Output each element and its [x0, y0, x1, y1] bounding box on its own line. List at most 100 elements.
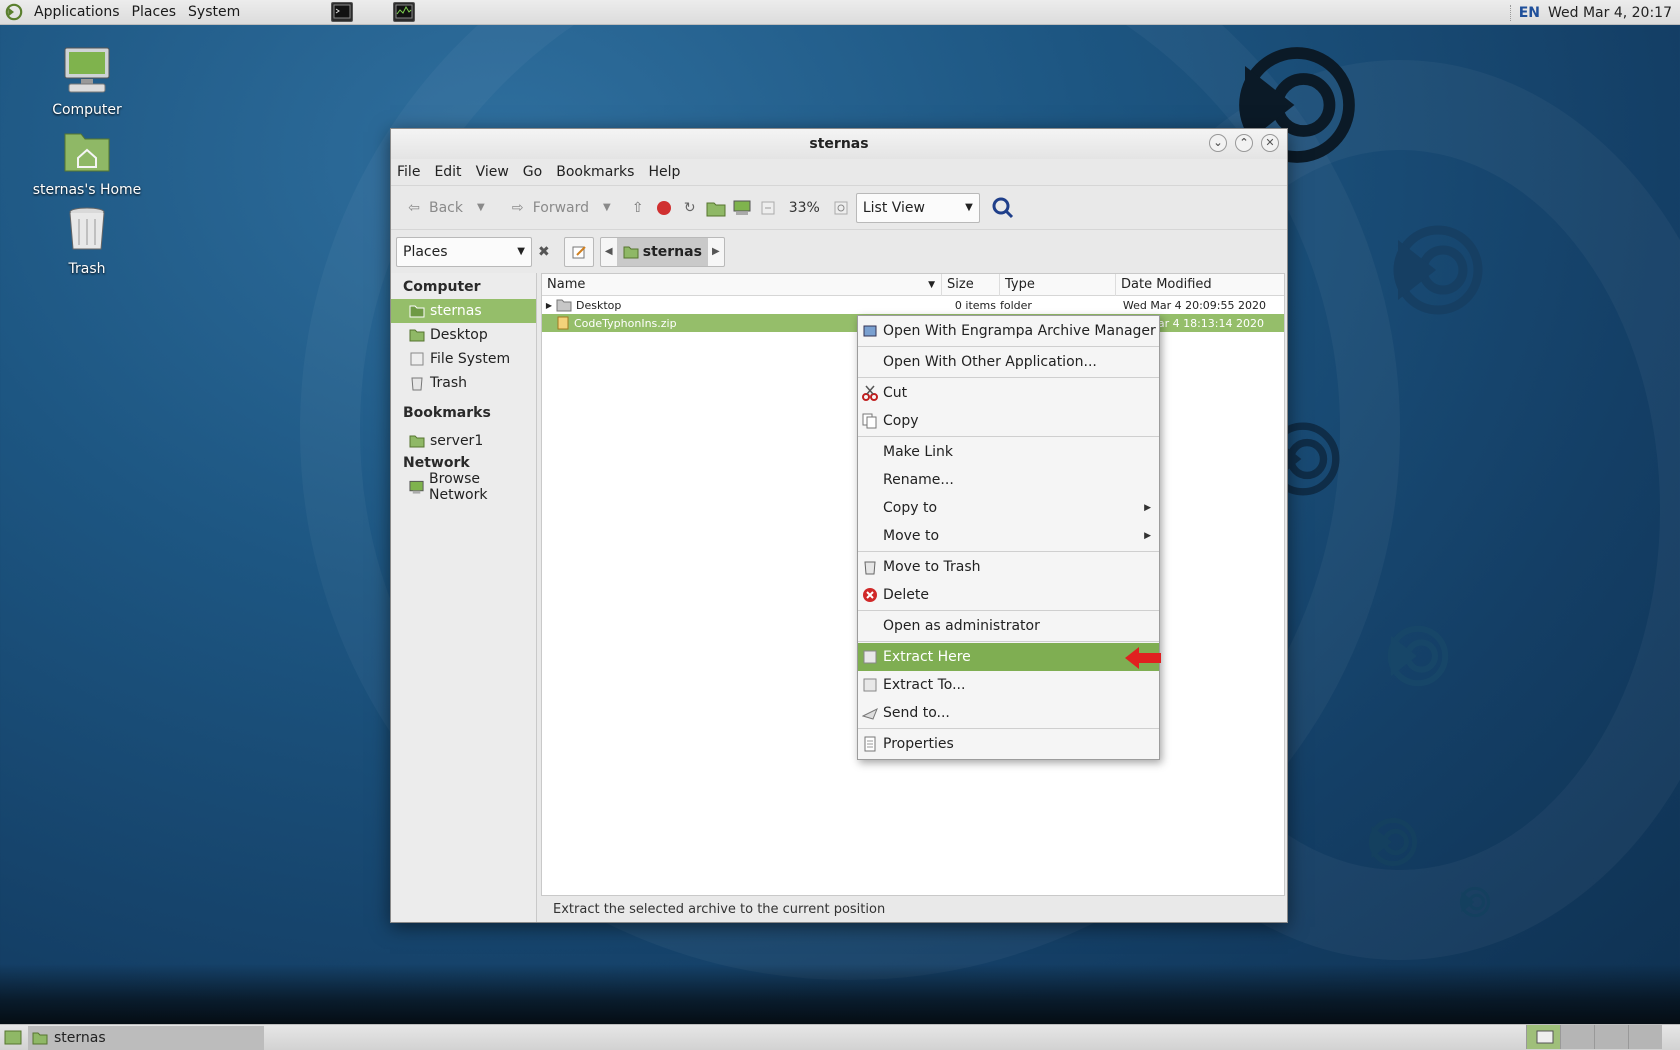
sidebar-item-browse-network[interactable]: Browse Network — [391, 471, 536, 503]
mate-logo-decoration — [1387, 625, 1449, 687]
menu-item-copy[interactable]: Copy — [858, 407, 1159, 435]
properties-icon — [864, 736, 876, 752]
zoom-out-icon[interactable] — [757, 197, 779, 219]
menu-item-label: Move to Trash — [883, 559, 981, 575]
mate-logo-decoration — [1393, 225, 1483, 315]
workspace-3[interactable] — [1594, 1025, 1628, 1049]
file-size: 0 items — [954, 298, 996, 312]
sidebar-item-server1[interactable]: server1 — [391, 429, 536, 453]
desktop-icon-home[interactable]: sternas's Home — [32, 124, 142, 198]
menu-item-make-link[interactable]: Make Link — [858, 438, 1159, 466]
system-monitor-launcher-icon[interactable] — [393, 2, 415, 22]
workspace-1[interactable] — [1526, 1025, 1560, 1049]
table-row[interactable]: ▶ Desktop 0 items folder Wed Mar 4 20:09… — [542, 296, 1284, 314]
toolbar: ⇦ Back ▼ ⇨ Forward ▼ ⇧ ↻ 33% List View ▼ — [391, 185, 1287, 229]
keyboard-layout-indicator[interactable]: EN — [1509, 4, 1540, 21]
sidebar-item-label: Desktop — [430, 327, 488, 343]
workspace-4[interactable] — [1628, 1025, 1662, 1049]
menu-item-open-as-admin[interactable]: Open as administrator — [858, 612, 1159, 640]
system-menu[interactable]: System — [182, 4, 246, 20]
column-header: Name ▼ Size Type Date Modified — [542, 273, 1284, 296]
forward-button[interactable]: ⇨ Forward ▼ — [503, 197, 615, 219]
close-icon[interactable]: ✕ — [1261, 134, 1279, 152]
menu-view[interactable]: View — [476, 164, 517, 180]
zoom-level: 33% — [788, 199, 820, 216]
close-sidebar-icon[interactable]: ✖ — [538, 244, 550, 260]
menu-help[interactable]: Help — [648, 164, 688, 180]
column-date[interactable]: Date Modified — [1116, 274, 1282, 296]
workspace-2[interactable] — [1560, 1025, 1594, 1049]
menu-item-extract-here[interactable]: Extract Here — [858, 643, 1161, 671]
menu-item-delete[interactable]: Delete — [858, 581, 1159, 609]
minimize-icon[interactable]: ⌄ — [1209, 134, 1227, 152]
home-folder-icon — [64, 133, 110, 172]
column-label: Name — [547, 277, 586, 292]
context-menu: Open With Engrampa Archive Manager Open … — [857, 315, 1161, 760]
menu-item-move-to-trash[interactable]: Move to Trash — [858, 553, 1159, 581]
menu-item-extract-to[interactable]: Extract To... — [858, 671, 1159, 699]
menu-item-cut[interactable]: Cut — [858, 379, 1159, 407]
menu-item-move-to[interactable]: Move to ▶ — [858, 522, 1159, 550]
view-mode-select[interactable]: List View ▼ — [855, 192, 980, 223]
sidebar-item-label: Browse Network — [429, 471, 488, 503]
menu-item-open-with-other[interactable]: Open With Other Application... — [858, 348, 1159, 376]
window-titlebar[interactable]: sternas ⌄ ⌃ ✕ — [391, 129, 1287, 159]
menu-item-send-to[interactable]: Send to... — [858, 699, 1159, 727]
stop-icon[interactable] — [653, 197, 675, 219]
menu-item-label: Send to... — [883, 705, 950, 721]
mate-logo-decoration — [1368, 817, 1418, 867]
sidebar-item-file-system[interactable]: File System — [391, 347, 536, 371]
back-arrow-icon: ⇦ — [408, 199, 420, 216]
column-label: Date Modified — [1121, 277, 1212, 292]
breadcrumb-right-icon[interactable]: ▶ — [708, 246, 724, 257]
archive-icon — [557, 316, 569, 330]
mate-menu-icon[interactable] — [4, 2, 24, 22]
edit-location-button[interactable] — [563, 236, 594, 267]
menu-item-copy-to[interactable]: Copy to ▶ — [858, 494, 1159, 522]
file-type: folder — [1000, 298, 1032, 312]
menu-go[interactable]: Go — [523, 164, 550, 180]
places-menu[interactable]: Places — [126, 4, 183, 20]
home-folder-icon — [623, 246, 639, 258]
menu-bookmarks[interactable]: Bookmarks — [556, 164, 642, 180]
sidebar-type-select[interactable]: Places ▼ — [396, 236, 532, 267]
terminal-launcher-icon[interactable] — [331, 2, 353, 22]
breadcrumb-left-icon[interactable]: ◀ — [601, 246, 617, 257]
reload-icon[interactable]: ↻ — [679, 197, 701, 219]
back-button[interactable]: ⇦ Back ▼ — [399, 197, 489, 219]
desktop-icon-computer[interactable]: Computer — [32, 44, 142, 118]
chevron-down-icon[interactable]: ▼ — [477, 202, 485, 213]
sidebar-item-desktop[interactable]: Desktop — [391, 323, 536, 347]
show-desktop-icon[interactable] — [4, 1028, 24, 1048]
desktop-icon-trash[interactable]: Trash — [32, 203, 142, 277]
sidebar-item-sternas[interactable]: sternas — [391, 299, 536, 323]
taskbar-item-sternas[interactable]: sternas — [28, 1025, 264, 1050]
grass-decoration — [0, 964, 1680, 1024]
breadcrumb-item[interactable]: sternas — [616, 237, 708, 266]
zoom-in-icon[interactable] — [830, 197, 852, 219]
computer-icon[interactable] — [731, 197, 753, 219]
menu-file[interactable]: File — [397, 164, 428, 180]
view-mode-value: List View — [862, 199, 925, 216]
menu-edit[interactable]: Edit — [434, 164, 469, 180]
column-type[interactable]: Type — [1000, 273, 1116, 296]
top-panel: Applications Places System EN Wed Mar 4,… — [0, 0, 1680, 25]
status-bar: Extract the selected archive to the curr… — [553, 901, 886, 917]
column-size[interactable]: Size — [942, 273, 1000, 296]
menu-item-open-with-engrampa[interactable]: Open With Engrampa Archive Manager — [858, 317, 1159, 345]
copy-icon — [862, 413, 877, 429]
clock[interactable]: Wed Mar 4, 20:17 — [1548, 5, 1672, 21]
up-arrow-icon[interactable]: ⇧ — [627, 197, 649, 219]
sidebar-type-value: Places — [403, 243, 448, 260]
home-icon[interactable] — [705, 197, 727, 219]
menu-item-rename[interactable]: Rename... — [858, 466, 1159, 494]
expander-icon[interactable]: ▶ — [542, 301, 556, 310]
column-name[interactable]: Name ▼ — [542, 273, 942, 296]
applications-menu[interactable]: Applications — [28, 4, 126, 20]
sidebar-item-trash[interactable]: Trash — [391, 371, 536, 395]
menu-item-properties[interactable]: Properties — [858, 730, 1159, 758]
chevron-down-icon[interactable]: ▼ — [603, 202, 611, 213]
submenu-arrow-icon: ▶ — [1144, 531, 1151, 541]
maximize-icon[interactable]: ⌃ — [1235, 134, 1253, 152]
search-icon[interactable] — [992, 197, 1014, 219]
